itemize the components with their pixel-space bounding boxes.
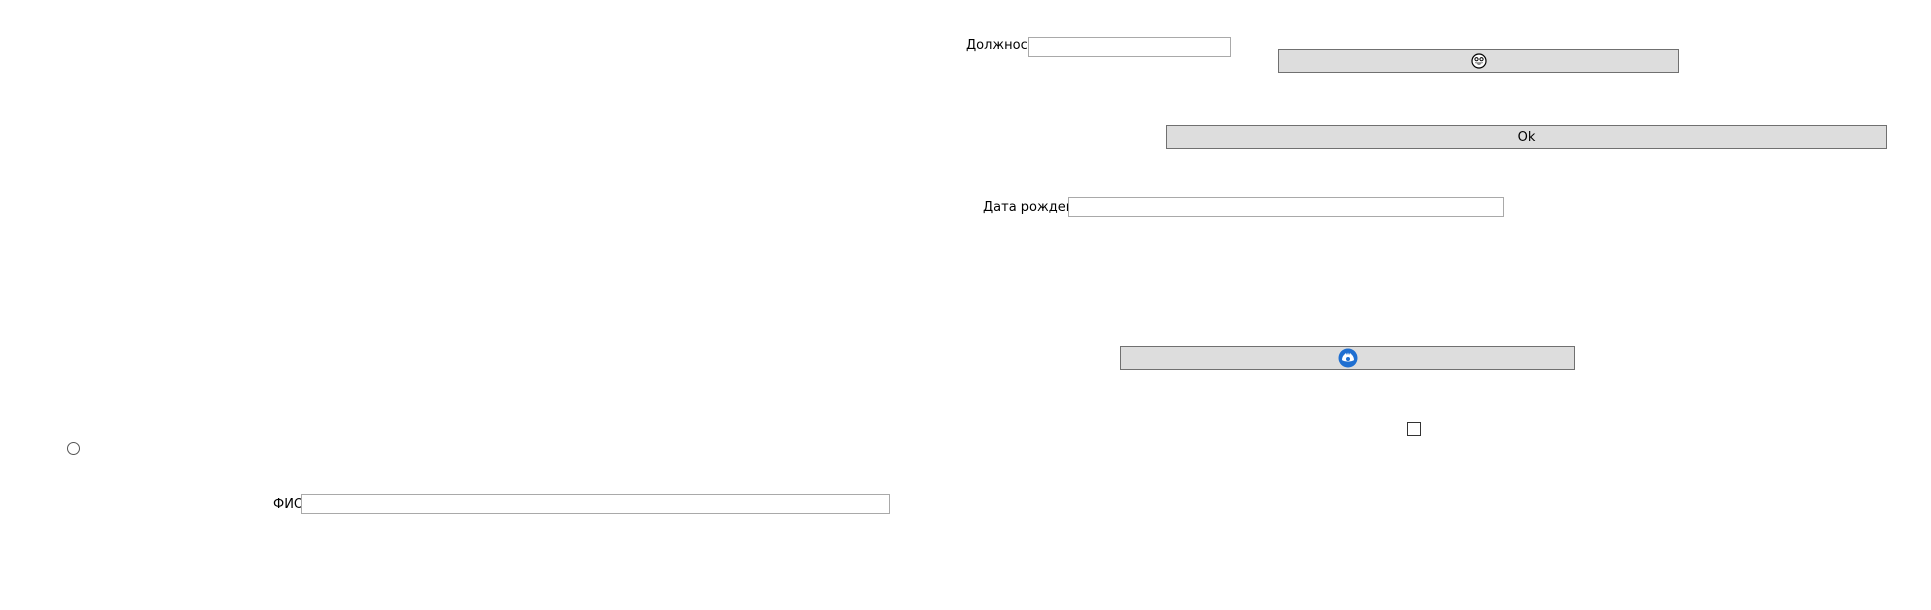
position-field[interactable] (1028, 37, 1231, 57)
logo-button[interactable] (1120, 346, 1575, 370)
radio-button[interactable] (67, 442, 80, 455)
fullname-field[interactable] (301, 494, 890, 514)
ok-button-label: Ok (1517, 129, 1536, 145)
blue-circle-logo-icon (1338, 348, 1358, 368)
smiley-button[interactable] (1278, 49, 1679, 73)
smiley-face-icon (1470, 53, 1487, 69)
birthdate-field[interactable] (1068, 197, 1504, 217)
checkbox[interactable] (1407, 422, 1421, 436)
ok-button[interactable]: Ok (1166, 125, 1887, 149)
fullname-label: ФИО (273, 497, 305, 512)
